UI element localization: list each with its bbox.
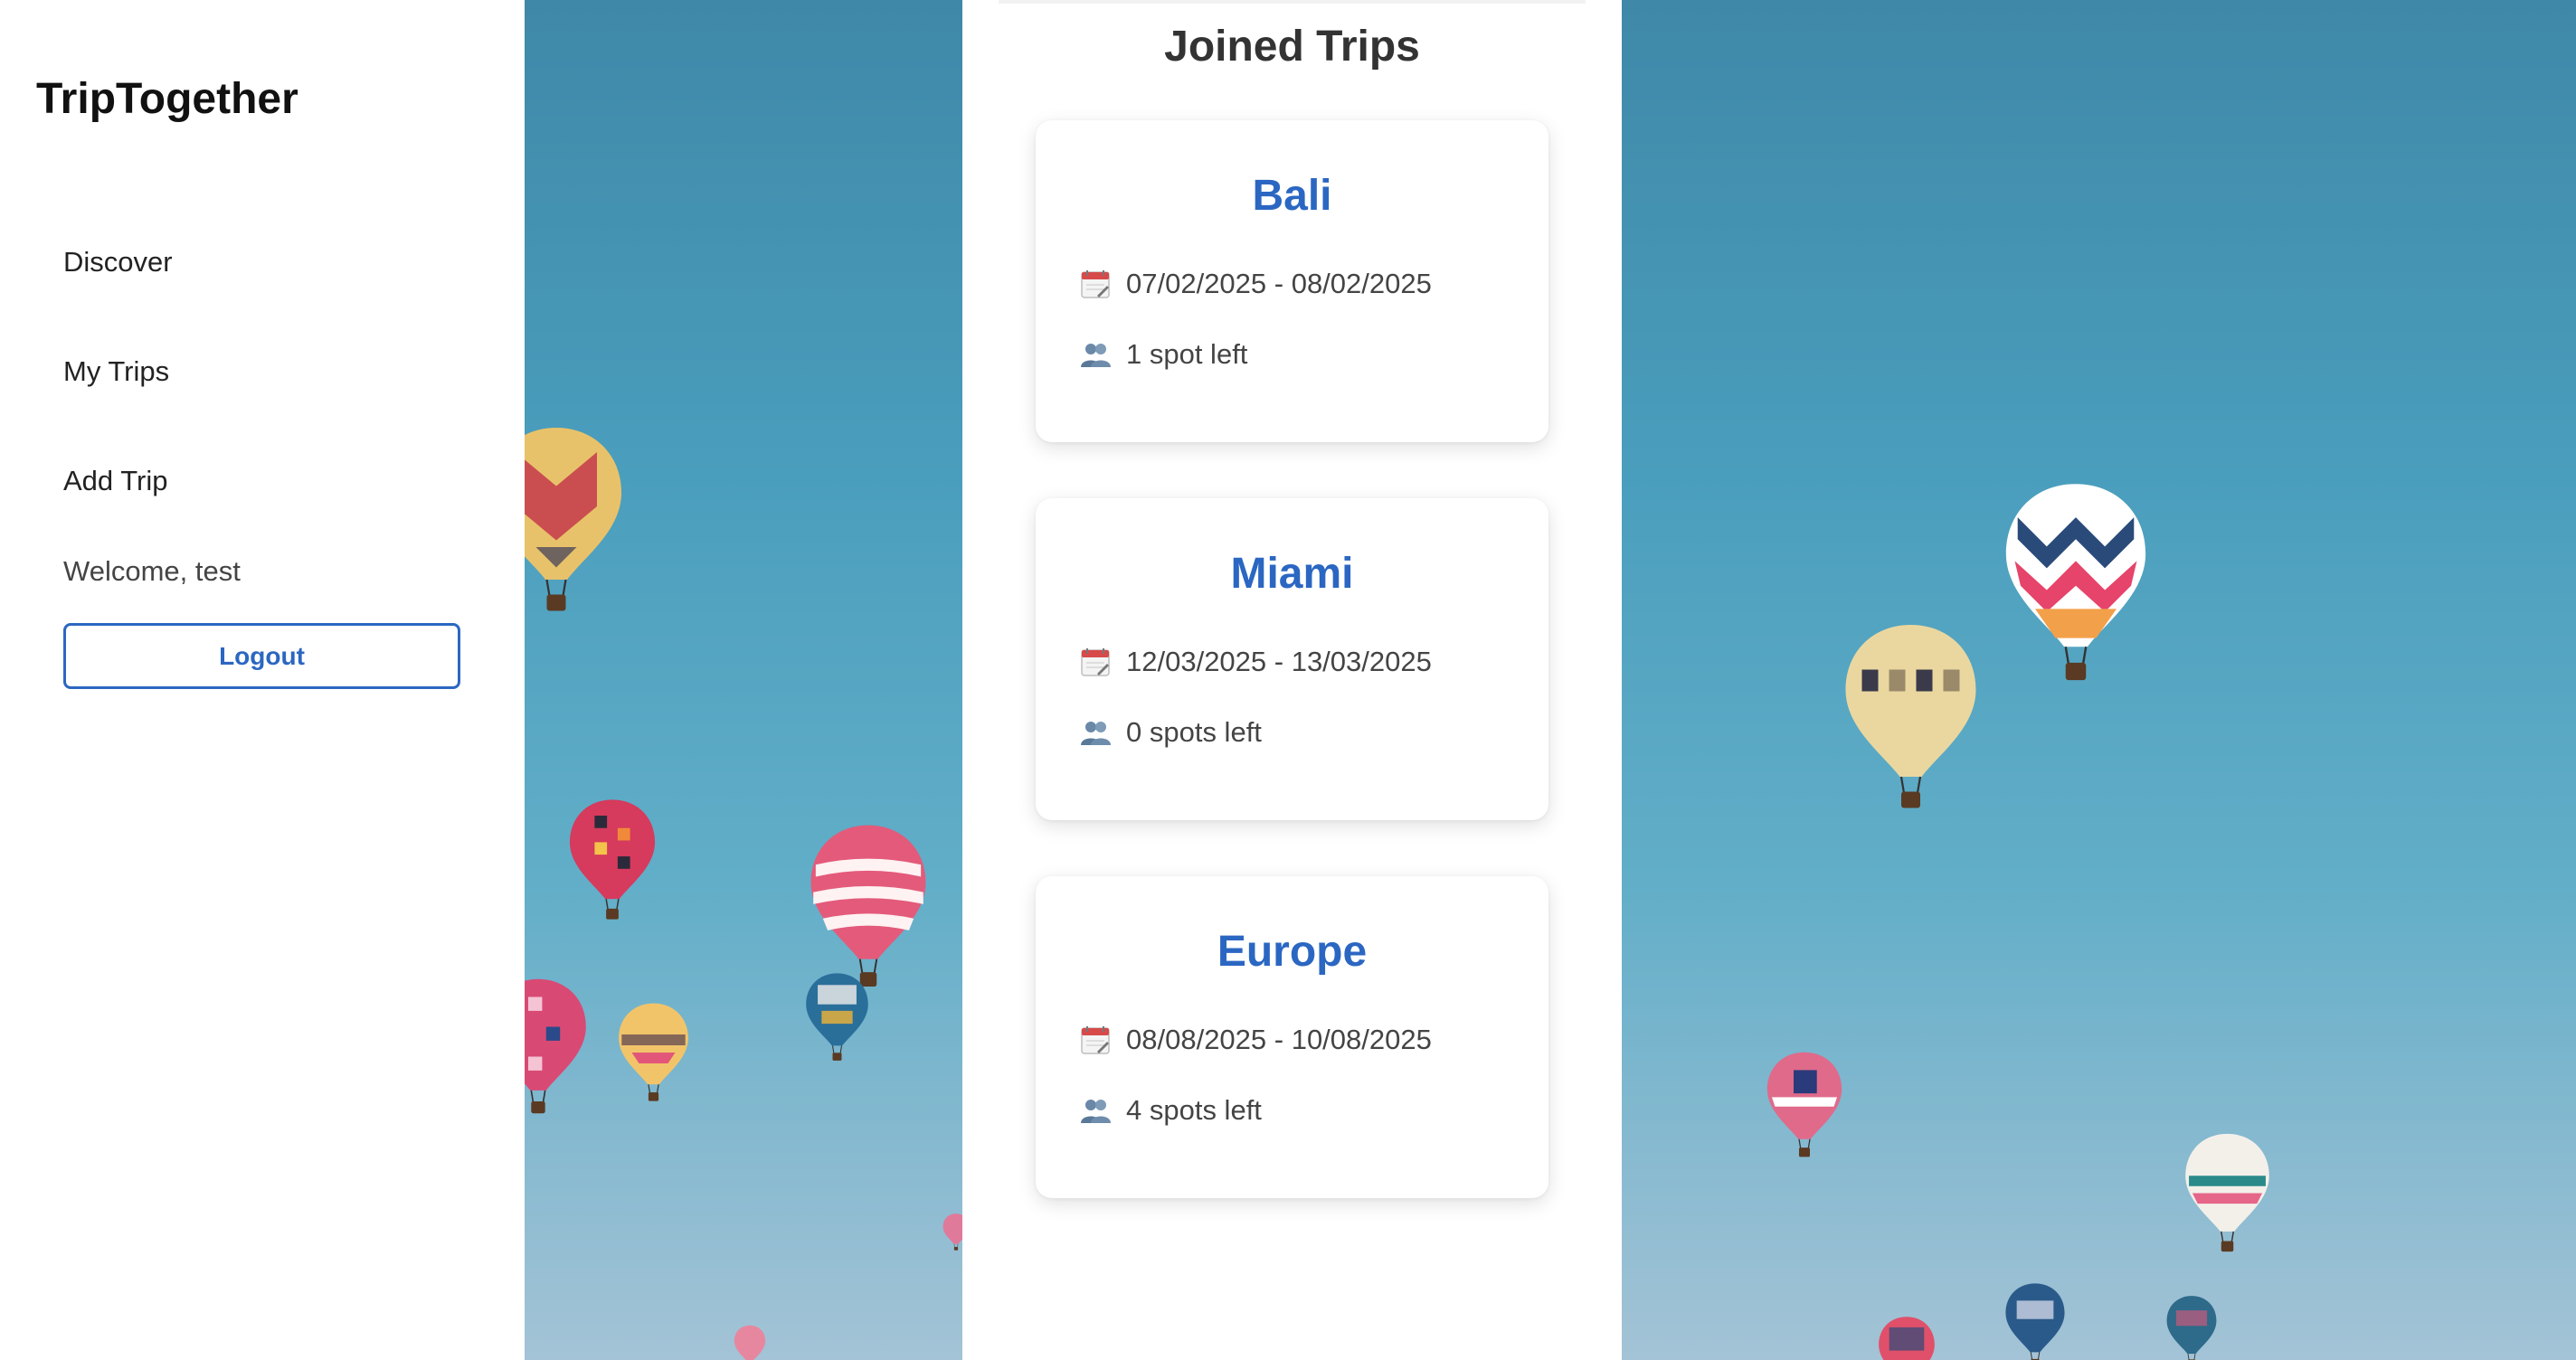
- sidebar-item-add-trip[interactable]: Add Trip: [63, 465, 167, 497]
- trip-spots-text: 4 spots left: [1126, 1094, 1262, 1126]
- people-icon: [1081, 1100, 1111, 1123]
- balloon-image: [1861, 1316, 1952, 1360]
- balloon-image: [733, 1325, 767, 1360]
- calendar-icon: [1081, 648, 1110, 676]
- trip-title[interactable]: Miami: [1036, 549, 1548, 599]
- trip-dates: 08/08/2025 - 10/08/2025: [1079, 1022, 1432, 1058]
- people-icon: [1081, 722, 1111, 745]
- welcome-message: Welcome, test: [63, 555, 241, 587]
- sidebar-item-discover[interactable]: Discover: [63, 246, 173, 279]
- calendar-icon: [1081, 270, 1110, 298]
- page-title: Joined Trips: [1164, 23, 1420, 71]
- trip-spots-text: 1 spot left: [1126, 338, 1248, 370]
- trip-spots: 4 spots left: [1079, 1092, 1262, 1129]
- balloon-image: [568, 792, 657, 928]
- trip-dates-text: 08/08/2025 - 10/08/2025: [1126, 1024, 1432, 1055]
- trip-dates: 07/02/2025 - 08/02/2025: [1079, 266, 1432, 302]
- trip-spots-text: 0 spots left: [1126, 716, 1262, 748]
- trip-spots: 0 spots left: [1079, 714, 1262, 751]
- balloon-image: [2003, 1282, 2067, 1360]
- balloon-image: [615, 1002, 692, 1103]
- divider: [999, 0, 1586, 4]
- trip-title[interactable]: Bali: [1036, 171, 1548, 221]
- trip-dates: 12/03/2025 - 13/03/2025: [1079, 644, 1432, 680]
- joined-trips-panel: Joined Trips Bali 07/02/2025 - 08/02/202…: [962, 0, 1622, 1360]
- balloon-image: [525, 954, 588, 1139]
- balloon-image: [2160, 1295, 2223, 1360]
- trip-dates-text: 07/02/2025 - 08/02/2025: [1126, 268, 1432, 299]
- calendar-icon: [1081, 1026, 1110, 1054]
- trip-card[interactable]: Europe 08/08/2025 - 10/08/2025 4 spots l…: [1036, 876, 1548, 1198]
- balloon-image: [1832, 622, 1990, 812]
- balloon-image: [803, 972, 871, 1062]
- balloon-image: [1764, 1051, 1845, 1159]
- app-logo[interactable]: TripTogether: [36, 74, 298, 124]
- people-icon: [1081, 344, 1111, 367]
- sidebar: TripTogether Discover My Trips Add Trip …: [0, 0, 525, 1360]
- trip-card[interactable]: Miami 12/03/2025 - 13/03/2025 0 spots le…: [1036, 498, 1548, 820]
- trip-title[interactable]: Europe: [1036, 927, 1548, 977]
- trip-card[interactable]: Bali 07/02/2025 - 08/02/2025 1 spot left: [1036, 120, 1548, 442]
- logout-button[interactable]: Logout: [63, 623, 460, 689]
- trip-dates-text: 12/03/2025 - 13/03/2025: [1126, 646, 1432, 677]
- balloon-image: [525, 425, 624, 615]
- balloon-image: [2180, 1132, 2275, 1254]
- sidebar-item-my-trips[interactable]: My Trips: [63, 355, 169, 388]
- balloon-image: [805, 823, 932, 990]
- trip-spots: 1 spot left: [1079, 336, 1247, 373]
- balloon-image: [1994, 481, 2157, 685]
